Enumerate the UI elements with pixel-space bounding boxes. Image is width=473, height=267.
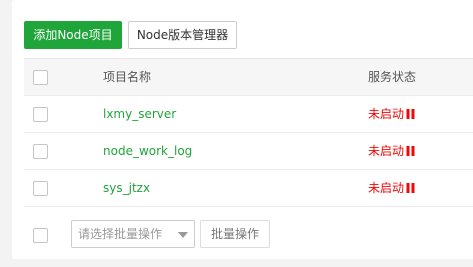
node-version-manager-button[interactable]: Node版本管理器 (128, 21, 237, 49)
status-text: 未启动 (368, 181, 405, 195)
table-row: sys_jtzx 未启动 (24, 170, 473, 207)
status-text: 未启动 (368, 107, 405, 121)
row-checkbox[interactable] (33, 180, 48, 196)
table-row: lxmy_server 未启动 (24, 96, 473, 133)
column-header-status: 服务状态 (368, 70, 417, 84)
projects-table: 项目名称 服务状态 lxmy_server 未启动 node_work_log … (24, 58, 473, 207)
row-checkbox[interactable] (33, 143, 48, 159)
pause-icon (406, 182, 415, 193)
status-toggle[interactable]: 未启动 (368, 96, 415, 133)
pause-icon (406, 145, 415, 156)
table-header: 项目名称 服务状态 (24, 59, 473, 96)
status-text: 未启动 (368, 144, 405, 158)
project-name-link[interactable]: sys_jtzx (103, 170, 150, 207)
table-row: node_work_log 未启动 (24, 133, 473, 170)
footer-select-all-checkbox[interactable] (33, 227, 48, 243)
chevron-down-icon (178, 232, 188, 238)
column-header-name: 项目名称 (103, 70, 152, 84)
status-toggle[interactable]: 未启动 (368, 170, 415, 207)
batch-operation-select[interactable]: 请选择批量操作 (71, 220, 195, 248)
pause-icon (406, 108, 415, 119)
batch-actions-bar: 请选择批量操作 批量操作 (24, 220, 473, 250)
batch-select-placeholder: 请选择批量操作 (78, 227, 163, 241)
status-toggle[interactable]: 未启动 (368, 133, 415, 170)
select-all-checkbox[interactable] (33, 69, 48, 85)
node-projects-panel: 添加Node项目 Node版本管理器 项目名称 服务状态 lxmy_server… (12, 0, 473, 259)
add-node-project-button[interactable]: 添加Node项目 (24, 21, 122, 49)
batch-operation-button[interactable]: 批量操作 (200, 220, 270, 248)
row-checkbox[interactable] (33, 106, 48, 122)
project-name-link[interactable]: lxmy_server (103, 96, 176, 133)
project-name-link[interactable]: node_work_log (103, 133, 192, 170)
